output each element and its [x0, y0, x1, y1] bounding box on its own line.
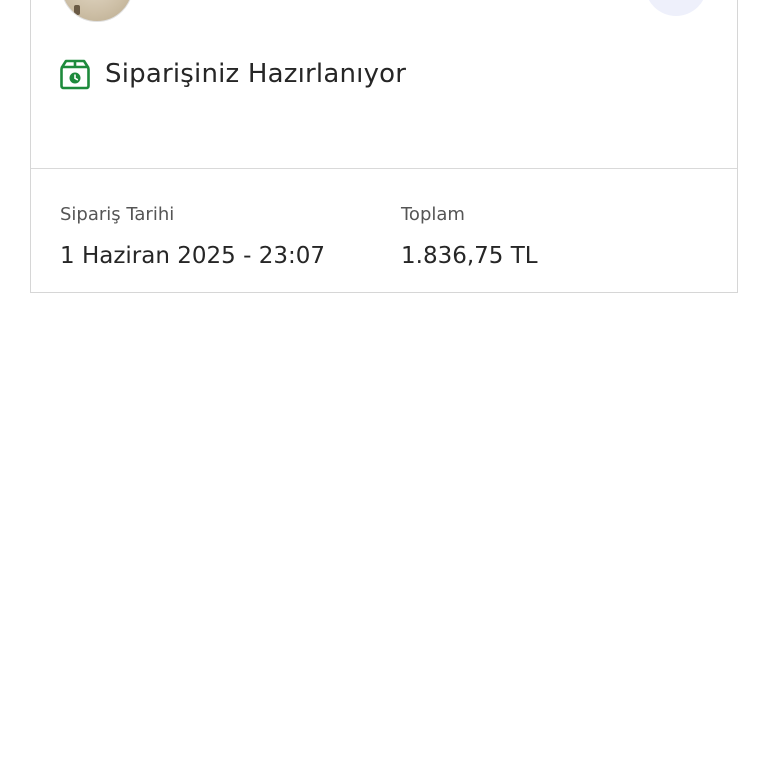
order-date-value: 1 Haziran 2025 - 23:07 [60, 243, 325, 269]
card-divider [31, 168, 737, 169]
order-card: Siparişiniz Hazırlanıyor Sipariş Tarihi … [30, 0, 738, 293]
package-preparing-icon [59, 58, 91, 90]
order-date-block: Sipariş Tarihi 1 Haziran 2025 - 23:07 [60, 201, 325, 271]
order-date-label: Sipariş Tarihi [60, 204, 175, 225]
order-total-value: 1.836,75 TL [401, 243, 538, 269]
order-status-row: Siparişiniz Hazırlanıyor [59, 56, 406, 92]
action-circle-button[interactable] [645, 0, 707, 16]
order-total-label: Toplam [401, 204, 465, 225]
order-status-text: Siparişiniz Hazırlanıyor [105, 59, 407, 89]
product-thumbnail[interactable] [61, 0, 133, 22]
order-total-block: Toplam 1.836,75 TL [401, 201, 538, 271]
